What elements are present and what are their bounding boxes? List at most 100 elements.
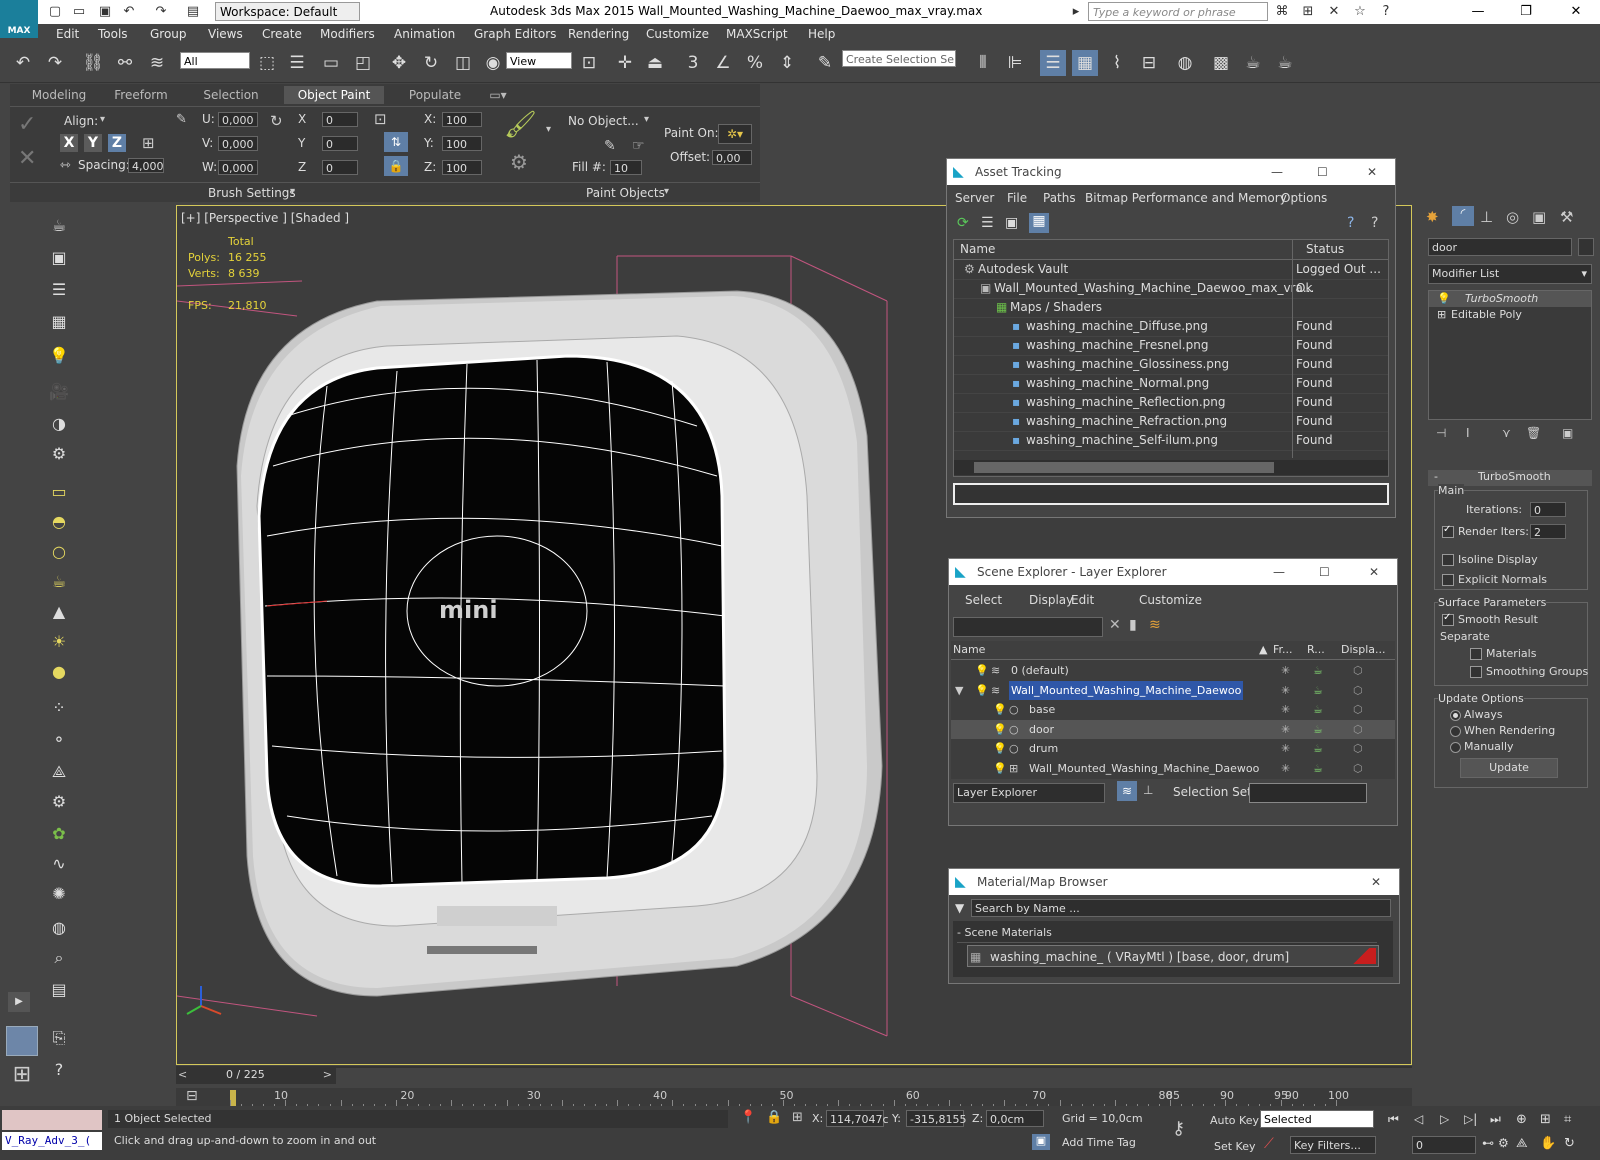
- mini-curve-editor-icon[interactable]: ⊟: [186, 1088, 198, 1104]
- helper-icon[interactable]: ◑: [46, 412, 72, 436]
- paint-objects-label[interactable]: Paint Objects: [586, 186, 665, 200]
- lock-selection-icon[interactable]: 🔒: [766, 1110, 782, 1125]
- menu-help[interactable]: Help: [808, 24, 835, 44]
- list-icon[interactable]: ☰: [46, 278, 72, 302]
- pin-stack-icon[interactable]: ⊣: [1436, 426, 1446, 440]
- align-icon[interactable]: ⊫: [1002, 50, 1028, 76]
- maximize-icon[interactable]: ☐: [1317, 160, 1328, 184]
- copy-icon[interactable]: ⎘: [46, 1026, 72, 1050]
- next-frame-icon[interactable]: ▷|: [1464, 1112, 1477, 1126]
- undo-icon[interactable]: ↶: [120, 3, 138, 21]
- paint-on-dropdown[interactable]: ✲▾: [718, 124, 752, 144]
- scale-z-spinner[interactable]: 100: [442, 160, 482, 175]
- pivot-center-icon[interactable]: ⊡: [576, 50, 602, 76]
- cancel-icon[interactable]: ✕: [18, 146, 36, 171]
- asset-menu-paths[interactable]: Paths: [1043, 191, 1076, 205]
- freeze-icon[interactable]: ✳: [1281, 681, 1290, 700]
- find-icon[interactable]: ▮: [1129, 617, 1137, 633]
- stack-item-editable-poly[interactable]: ⊞ Editable Poly: [1429, 307, 1591, 323]
- layer-explorer-icon[interactable]: ☰: [1040, 50, 1066, 76]
- scene-menu-edit[interactable]: Edit: [1071, 593, 1094, 607]
- list-view-icon[interactable]: ☰: [981, 215, 994, 231]
- gear-icon[interactable]: ⚙: [46, 790, 72, 814]
- cone-icon[interactable]: ▲: [46, 600, 72, 624]
- quad-viewport-icon[interactable]: ⊞: [6, 1060, 38, 1090]
- configure-sets-icon[interactable]: ▣: [1562, 426, 1573, 440]
- freeze-icon[interactable]: ✳: [1281, 759, 1290, 778]
- lightbulb-icon[interactable]: 💡: [993, 700, 1007, 719]
- scene-row[interactable]: 💡 ○ base ✳ ☕ ⬡: [951, 700, 1395, 719]
- expand-icon[interactable]: ⊞: [1437, 307, 1446, 323]
- tab-freeform[interactable]: Freeform: [104, 86, 178, 104]
- scale-y-spinner[interactable]: 100: [442, 136, 482, 151]
- menu-create[interactable]: Create: [262, 24, 302, 44]
- project-folder-icon[interactable]: ▤: [184, 3, 202, 21]
- asset-row[interactable]: ▪ washing_machine_Refraction.png Found: [954, 412, 1388, 432]
- connector-icon[interactable]: ⚬: [46, 728, 72, 752]
- render-icon[interactable]: ☕: [1272, 50, 1298, 76]
- app-logo[interactable]: MAX: [0, 0, 38, 38]
- add-time-tag[interactable]: Add Time Tag: [1062, 1136, 1136, 1149]
- next-frame-icon[interactable]: >: [323, 1068, 332, 1081]
- go-to-end-icon[interactable]: ⏭: [1490, 1112, 1501, 1127]
- asset-row[interactable]: ▣ Wall_Mounted_Washing_Machine_Daewoo_max…: [954, 279, 1388, 299]
- scale-lock-icon[interactable]: 🔒: [384, 156, 408, 176]
- help-icon[interactable]: ?: [1376, 3, 1396, 21]
- offset-brush-icon[interactable]: ✎: [176, 112, 187, 127]
- scene-explorer-titlebar[interactable]: ◣ Scene Explorer - Layer Explorer — ☐ ✕: [949, 559, 1397, 585]
- percent-snap-icon[interactable]: %: [742, 50, 768, 76]
- scene-row[interactable]: 💡 ○ drum ✳ ☕ ⬡: [951, 739, 1395, 758]
- sphere-icon[interactable]: ○: [46, 540, 72, 564]
- scale-uniform-icon[interactable]: ⇅: [384, 132, 408, 152]
- teapot-primitive-icon[interactable]: ☕: [46, 570, 72, 594]
- smooth-result-checkbox[interactable]: ✓: [1442, 612, 1454, 626]
- align-grid-icon[interactable]: ⊞: [142, 134, 155, 152]
- named-selection-set-input[interactable]: Create Selection Se: [842, 50, 956, 67]
- scene-row[interactable]: 💡 ○ door ✳ ☕ ⬡: [951, 719, 1395, 739]
- renderable-teapot-icon[interactable]: ☕: [1313, 700, 1323, 719]
- undo-icon[interactable]: ↶: [10, 50, 36, 76]
- rotate-icon[interactable]: ↻: [418, 50, 444, 76]
- help-circle-icon[interactable]: ?: [46, 1058, 72, 1082]
- pin-icon[interactable]: 📍: [740, 1110, 756, 1125]
- edit-named-selection-icon[interactable]: ✎: [812, 50, 838, 76]
- rotate-y-spinner[interactable]: 0: [322, 136, 358, 151]
- scale-icon[interactable]: ◫: [450, 50, 476, 76]
- go-to-start-icon[interactable]: ⏮: [1388, 1112, 1399, 1127]
- show-end-result-icon[interactable]: Ⅰ: [1466, 426, 1470, 440]
- scene-menu-customize[interactable]: Customize: [1139, 593, 1202, 607]
- menu-graph-editors[interactable]: Graph Editors: [474, 24, 556, 44]
- freeze-icon[interactable]: ✳: [1281, 700, 1290, 719]
- offset-spinner[interactable]: 0,00: [712, 150, 752, 165]
- scene-row[interactable]: ▼ 💡 ≋ Wall_Mounted_Washing_Machine_Daewoo ✳ ☕…: [951, 680, 1395, 700]
- no-object-dropdown[interactable]: No Object...: [568, 114, 639, 128]
- scene-row[interactable]: 💡 ≋ 0 (default) ✳ ☕ ⬡: [951, 661, 1395, 680]
- save-icon[interactable]: ▣: [96, 3, 114, 21]
- render-iters-spinner[interactable]: 2: [1530, 524, 1566, 539]
- play-icon[interactable]: ▷: [1440, 1112, 1449, 1126]
- paint-dropdown-icon[interactable]: ▾: [546, 124, 551, 135]
- render-iters-checkbox[interactable]: ✓: [1442, 524, 1454, 538]
- binoculars-icon[interactable]: ⌘: [1272, 3, 1292, 21]
- key-mode-dropdown[interactable]: Selected: [1260, 1110, 1374, 1128]
- plane-icon[interactable]: ▭: [46, 480, 72, 504]
- asset-row[interactable]: ⚙ Autodesk Vault Logged Out ...: [954, 260, 1388, 280]
- brush-settings-chevron-icon[interactable]: ▾: [290, 186, 295, 197]
- move-icon[interactable]: ✥: [386, 50, 412, 76]
- expand-icon[interactable]: ▸: [1066, 3, 1086, 21]
- magnify-render-icon[interactable]: ⌕: [46, 946, 72, 970]
- layer-mode-icon[interactable]: ≋: [1117, 781, 1137, 801]
- asset-row[interactable]: ▪ washing_machine_Diffuse.png Found: [954, 317, 1388, 337]
- time-config-icon[interactable]: ⚙: [1498, 1136, 1509, 1150]
- window-crossing-icon[interactable]: ◰: [350, 50, 376, 76]
- pick-list-icon[interactable]: ☞: [632, 138, 645, 154]
- maxscript-listener-top[interactable]: [2, 1110, 102, 1130]
- display-box-icon[interactable]: ⬡: [1353, 720, 1363, 739]
- select-object-icon[interactable]: ⬚: [254, 50, 280, 76]
- menu-views[interactable]: Views: [208, 24, 243, 44]
- pick-object-icon[interactable]: ✎: [604, 138, 616, 154]
- camera-icon[interactable]: 🎥: [46, 380, 72, 404]
- particles-icon[interactable]: ⁘: [46, 696, 72, 720]
- minimize-icon[interactable]: —: [1458, 0, 1498, 24]
- communication-icon[interactable]: ✕: [1324, 3, 1344, 21]
